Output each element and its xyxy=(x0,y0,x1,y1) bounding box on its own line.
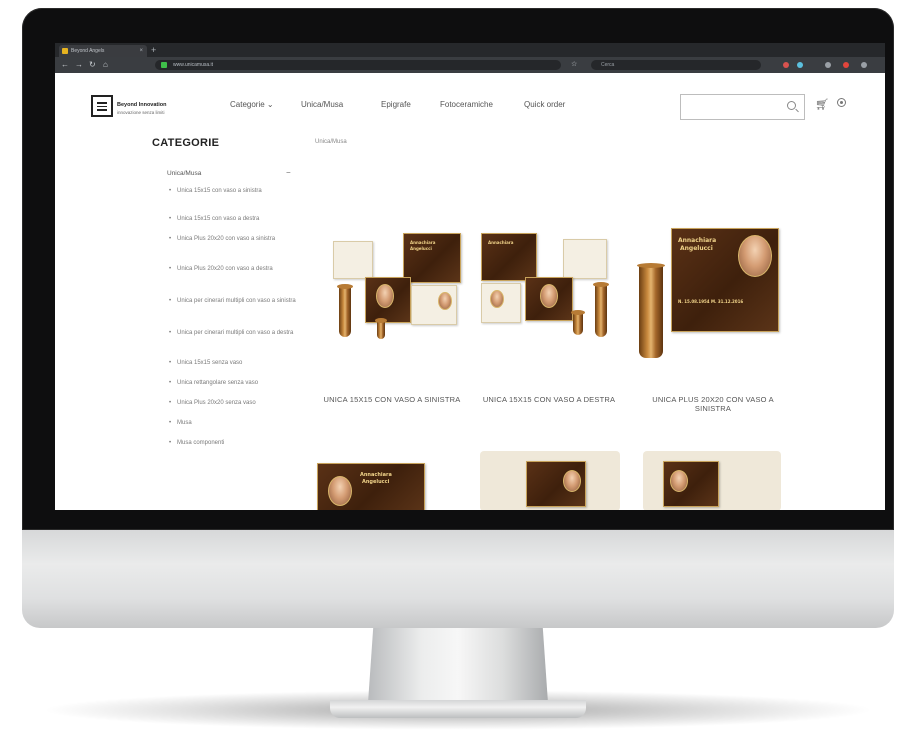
new-tab-button[interactable]: + xyxy=(151,43,156,57)
web-page: Beyond Innovation innovazione senza limi… xyxy=(55,73,885,510)
monitor-screen: Beyond Angels × + ← → ↻ ⌂ www.unicamusa.… xyxy=(55,43,885,510)
extension-icon[interactable] xyxy=(783,62,789,68)
search-input[interactable] xyxy=(680,94,805,120)
window-controls-icon[interactable] xyxy=(861,62,867,68)
monitor-chin xyxy=(22,530,894,628)
monitor-stand xyxy=(368,625,548,703)
monitor-stand-base xyxy=(330,700,586,718)
vase-image xyxy=(637,263,665,358)
browser-search-box[interactable]: Cerca xyxy=(591,60,761,70)
nav-item-categorie[interactable]: Categorie ⌄ xyxy=(230,100,274,109)
portrait-oval xyxy=(738,235,772,277)
lock-icon xyxy=(161,62,167,68)
bookmark-icon[interactable]: ☆ xyxy=(571,60,577,68)
vase-image xyxy=(571,310,585,335)
category-item[interactable]: Unica Plus 20x20 senza vaso xyxy=(169,398,309,408)
browser-toolbar: ← → ↻ ⌂ www.unicamusa.it ☆ Cerca xyxy=(55,57,885,73)
nav-item-fotoceramiche[interactable]: Fotoceramiche xyxy=(440,100,493,109)
category-item[interactable]: Unica 15x15 con vaso a destra xyxy=(169,214,309,224)
category-item[interactable]: Unica Plus 20x20 con vaso a destra xyxy=(169,264,309,284)
plaque-image xyxy=(333,241,373,279)
category-item[interactable]: Musa xyxy=(169,418,309,428)
user-icon[interactable] xyxy=(837,98,846,107)
plaque-image: Annachiara Angelucci N. 15.08.1954 M. 31… xyxy=(671,228,779,332)
category-item[interactable]: Unica per cinerari multipli con vaso a d… xyxy=(169,328,309,348)
vase-image xyxy=(337,284,353,337)
address-bar[interactable]: www.unicamusa.it xyxy=(155,60,561,70)
category-item[interactable]: Musa componenti xyxy=(169,438,309,448)
vase-image xyxy=(593,282,609,337)
browser-tab[interactable]: Beyond Angels × xyxy=(59,45,147,57)
tab-close-icon[interactable]: × xyxy=(139,45,143,57)
collapse-icon[interactable]: − xyxy=(286,168,291,177)
nav-item-unica-musa[interactable]: Unica/Musa xyxy=(301,100,343,109)
favicon-icon xyxy=(62,48,68,54)
plaque-image xyxy=(411,285,457,325)
logo-mark-icon xyxy=(97,102,107,111)
product-title[interactable]: UNICA PLUS 20X20 CON VASO A SINISTRA xyxy=(638,395,788,413)
plaque-image: Annachiara Angelucci xyxy=(403,233,461,283)
product-image[interactable]: Annachiara Angelucci xyxy=(317,461,427,510)
menu-icon[interactable] xyxy=(825,62,831,68)
plaque-image xyxy=(365,277,411,323)
product-title[interactable]: UNICA 15X15 CON VASO A DESTRA xyxy=(475,395,623,404)
browser-search-placeholder: Cerca xyxy=(601,62,615,68)
sidebar-title: CATEGORIE xyxy=(152,137,220,149)
product-image[interactable] xyxy=(480,451,620,510)
extension-icon[interactable] xyxy=(797,62,803,68)
plaque-image xyxy=(525,277,573,321)
plaque-image: Annachiara xyxy=(481,233,537,281)
category-item[interactable]: Unica 15x15 con vaso a sinistra xyxy=(169,186,309,206)
plaque-image: Annachiara Angelucci xyxy=(317,463,425,510)
profile-icon[interactable] xyxy=(843,62,849,68)
plaque-image xyxy=(563,239,607,279)
home-icon[interactable]: ⌂ xyxy=(103,60,108,70)
address-text: www.unicamusa.it xyxy=(173,62,214,68)
reload-icon[interactable]: ↻ xyxy=(89,60,96,70)
category-item[interactable]: Unica 15x15 senza vaso xyxy=(169,358,309,368)
product-title[interactable]: UNICA 15X15 CON VASO A SINISTRA xyxy=(318,395,466,404)
plaque-image xyxy=(663,461,719,507)
breadcrumb[interactable]: Unica/Musa xyxy=(315,139,347,145)
product-image[interactable]: Annachiara xyxy=(477,233,617,343)
vase-image xyxy=(375,318,387,339)
product-image[interactable]: Annachiara Angelucci xyxy=(325,233,465,343)
category-item[interactable]: Unica per cinerari multipli con vaso a s… xyxy=(169,296,309,316)
category-item[interactable]: Unica rettangolare senza vaso xyxy=(169,378,309,388)
brand-name: Beyond Innovation xyxy=(117,102,167,108)
brand-tagline: innovazione senza limiti xyxy=(117,110,165,115)
nav-item-epigrafe[interactable]: Epigrafe xyxy=(381,100,411,109)
cart-icon[interactable]: 🛒︎ xyxy=(815,98,829,111)
category-item[interactable]: Unica Plus 20x20 con vaso a sinistra xyxy=(169,234,309,254)
product-image[interactable] xyxy=(643,451,781,510)
plaque-image xyxy=(526,461,586,507)
category-list: Unica 15x15 con vaso a sinistra Unica 15… xyxy=(169,186,309,448)
plaque-image xyxy=(481,283,521,323)
browser-tab-strip: Beyond Angels × + xyxy=(55,43,885,57)
product-image[interactable]: Annachiara Angelucci N. 15.08.1954 M. 31… xyxy=(633,218,793,358)
search-icon[interactable] xyxy=(787,101,796,110)
sidebar-group-unica-musa[interactable]: Unica/Musa xyxy=(167,170,201,177)
nav-item-quick-order[interactable]: Quick order xyxy=(524,100,565,109)
back-icon[interactable]: ← xyxy=(61,60,69,70)
tab-title: Beyond Angels xyxy=(71,48,105,54)
site-logo[interactable] xyxy=(91,95,113,117)
forward-icon[interactable]: → xyxy=(75,60,83,70)
